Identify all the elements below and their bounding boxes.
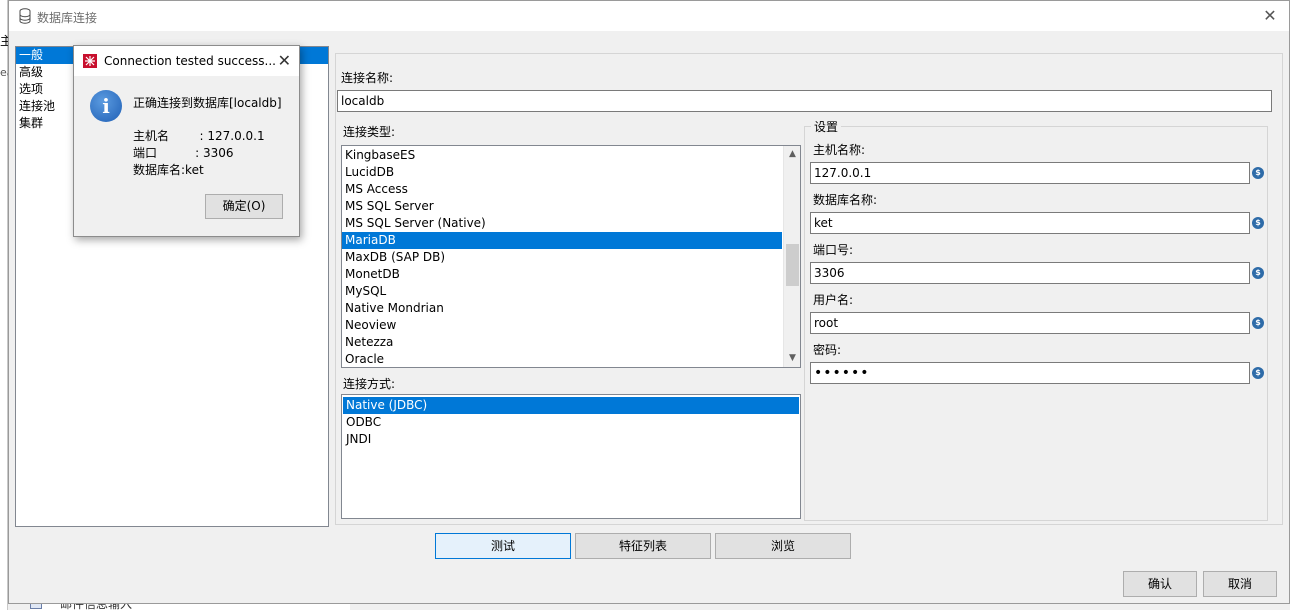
variable-icon[interactable]: $ xyxy=(1252,217,1264,229)
connection-success-dialog: Connection tested success... ✕ i 正确连接到数据… xyxy=(73,45,300,237)
connection-type-item-selected[interactable]: MariaDB xyxy=(342,232,782,249)
port-input[interactable]: 3306 xyxy=(810,262,1250,284)
scroll-down-arrow-icon[interactable]: ▼ xyxy=(784,350,800,367)
scrollbar-thumb[interactable] xyxy=(786,244,799,286)
connection-type-item[interactable]: MaxDB (SAP DB) xyxy=(342,249,800,266)
feature-list-button[interactable]: 特征列表 xyxy=(575,533,711,559)
window-close-button[interactable]: ✕ xyxy=(1261,7,1279,25)
dialog-message: 正确连接到数据库[localdb] xyxy=(133,96,282,110)
connection-type-item[interactable]: MonetDB xyxy=(342,266,800,283)
connection-type-list[interactable]: KingbaseES LucidDB MS Access MS SQL Serv… xyxy=(341,145,801,368)
variable-icon[interactable]: $ xyxy=(1252,317,1264,329)
access-method-item[interactable]: ODBC xyxy=(343,414,799,431)
dialog-title: Connection tested success... xyxy=(104,54,276,68)
host-input[interactable]: 127.0.0.1 xyxy=(810,162,1250,184)
connection-type-item[interactable]: Neoview xyxy=(342,317,800,334)
username-label: 用户名: xyxy=(813,293,854,307)
variable-icon[interactable]: $ xyxy=(1252,167,1264,179)
ok-button[interactable]: 确认 xyxy=(1123,571,1197,597)
connection-type-item[interactable]: MS Access xyxy=(342,181,800,198)
connection-type-item[interactable]: Native Mondrian xyxy=(342,300,800,317)
settings-group-title: 设置 xyxy=(811,118,842,135)
port-label: 端口号: xyxy=(813,243,854,257)
connection-type-item[interactable]: MySQL xyxy=(342,283,800,300)
dialog-host-line: 主机名 : 127.0.0.1 xyxy=(133,129,265,143)
app-logo-icon xyxy=(83,54,97,68)
password-input[interactable]: •••••• xyxy=(810,362,1250,384)
database-name-input[interactable]: ket xyxy=(810,212,1250,234)
dialog-database-line: 数据库名:ket xyxy=(133,163,204,177)
database-name-label: 数据库名称: xyxy=(813,193,878,207)
dialog-port-line: 端口 : 3306 xyxy=(133,146,234,160)
access-method-label: 连接方式: xyxy=(343,377,396,391)
access-method-list[interactable]: Native (JDBC) ODBC JNDI xyxy=(341,394,801,519)
connection-type-item[interactable]: Oracle xyxy=(342,351,800,367)
window-title: 数据库连接 xyxy=(37,11,98,25)
test-button[interactable]: 测试 xyxy=(435,533,571,559)
variable-icon[interactable]: $ xyxy=(1252,367,1264,379)
scroll-up-arrow-icon[interactable]: ▲ xyxy=(784,146,800,163)
cancel-button[interactable]: 取消 xyxy=(1203,571,1277,597)
connection-type-item[interactable]: KingbaseES xyxy=(342,147,800,164)
access-method-item[interactable]: JNDI xyxy=(343,431,799,448)
connection-name-label: 连接名称: xyxy=(341,71,394,85)
password-label: 密码: xyxy=(813,343,842,357)
dialog-close-button[interactable]: ✕ xyxy=(278,51,291,70)
dialog-title-bar: Connection tested success... ✕ xyxy=(74,46,299,76)
host-label: 主机名称: xyxy=(813,143,866,157)
background-app-strip: 主 ea xyxy=(0,0,14,610)
dialog-ok-button[interactable]: 确定(O) xyxy=(205,194,283,219)
explore-button[interactable]: 浏览 xyxy=(715,533,851,559)
connection-type-item[interactable]: MS SQL Server (Native) xyxy=(342,215,800,232)
connection-name-input[interactable]: localdb xyxy=(337,90,1272,112)
general-settings-panel: 连接名称: localdb 连接类型: KingbaseES LucidDB M… xyxy=(335,53,1283,525)
connection-type-item[interactable]: LucidDB xyxy=(342,164,800,181)
connection-type-item[interactable]: Netezza xyxy=(342,334,800,351)
database-icon xyxy=(19,8,31,24)
username-input[interactable]: root xyxy=(810,312,1250,334)
connection-type-label: 连接类型: xyxy=(343,125,396,139)
connection-type-scrollbar[interactable]: ▲ ▼ xyxy=(783,146,800,367)
variable-icon[interactable]: $ xyxy=(1252,267,1264,279)
connection-type-item[interactable]: MS SQL Server xyxy=(342,198,800,215)
access-method-item-selected[interactable]: Native (JDBC) xyxy=(343,397,799,414)
information-icon: i xyxy=(90,90,122,122)
title-bar: 数据库连接 ✕ xyxy=(9,1,1289,31)
